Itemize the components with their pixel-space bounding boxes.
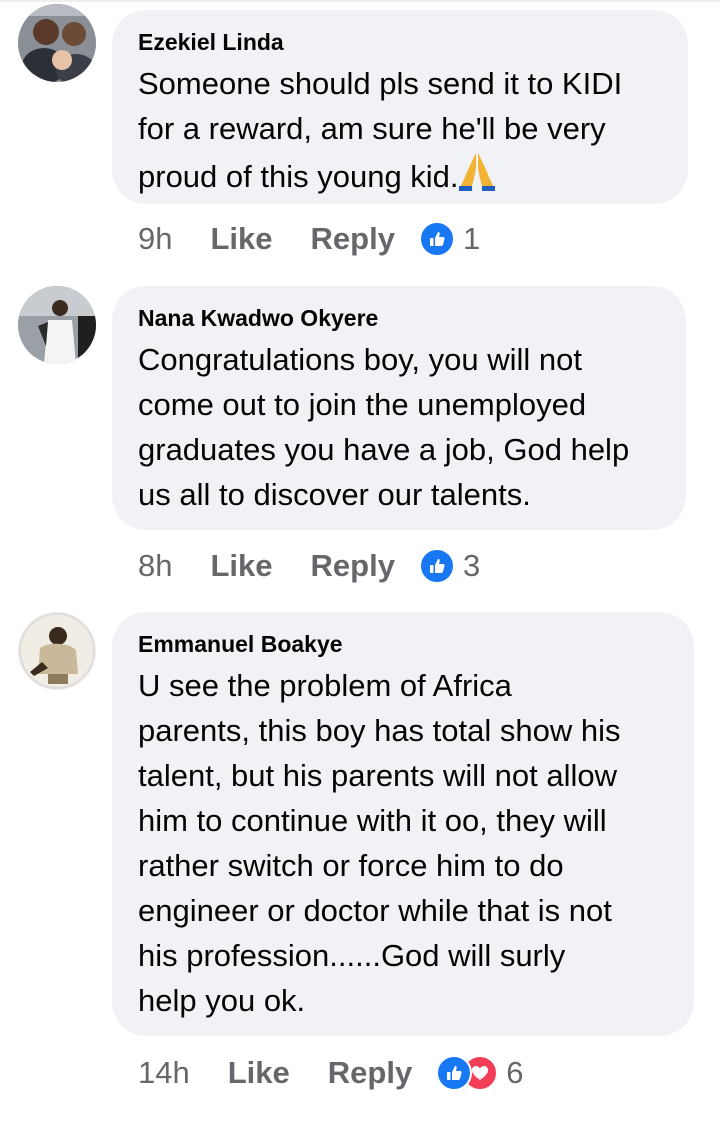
reaction-summary[interactable]: 6 — [436, 1055, 523, 1091]
like-reaction-icon — [418, 548, 455, 584]
like-reaction-icon — [418, 221, 455, 257]
comment-author[interactable]: Nana Kwadwo Okyere — [138, 304, 662, 332]
reaction-count: 1 — [462, 221, 481, 256]
folded-hands-icon — [458, 151, 495, 203]
comment-actions: 9h Like Reply 1 — [138, 219, 480, 259]
reaction-count: 6 — [506, 1055, 524, 1090]
comment-bubble: Ezekiel Linda Someone should pls send it… — [112, 10, 688, 204]
like-button[interactable]: Like — [210, 548, 272, 584]
like-button[interactable]: Like — [210, 221, 272, 257]
comment-bubble: Emmanuel Boakye U see the problem of Afr… — [112, 612, 694, 1036]
comment-text: Someone should pls send it to KIDI for a… — [138, 61, 664, 203]
comment-actions: 14h Like Reply 6 — [138, 1053, 523, 1093]
reply-button[interactable]: Reply — [328, 1055, 412, 1091]
comment-text: Congratulations boy, you will not come o… — [138, 342, 630, 512]
comment-text: U see the problem of Africa parents, thi… — [138, 668, 621, 1018]
reaction-count: 3 — [462, 548, 481, 583]
top-divider — [0, 0, 720, 2]
avatar[interactable] — [18, 612, 96, 690]
comment-actions: 8h Like Reply 3 — [138, 546, 480, 586]
comment-timestamp[interactable]: 8h — [138, 548, 172, 584]
avatar[interactable] — [18, 286, 96, 364]
comment-timestamp[interactable]: 9h — [138, 221, 172, 257]
comment-timestamp[interactable]: 14h — [138, 1055, 190, 1091]
avatar[interactable] — [18, 4, 96, 82]
like-button[interactable]: Like — [228, 1055, 290, 1091]
like-reaction-icon — [436, 1055, 473, 1091]
reaction-summary[interactable]: 3 — [418, 548, 481, 584]
reply-button[interactable]: Reply — [311, 548, 395, 584]
reaction-summary[interactable]: 1 — [418, 221, 481, 257]
comment-author[interactable]: Emmanuel Boakye — [138, 630, 670, 658]
comment-bubble: Nana Kwadwo Okyere Congratulations boy, … — [112, 286, 686, 530]
comment-author[interactable]: Ezekiel Linda — [138, 28, 664, 56]
reply-button[interactable]: Reply — [311, 221, 395, 257]
